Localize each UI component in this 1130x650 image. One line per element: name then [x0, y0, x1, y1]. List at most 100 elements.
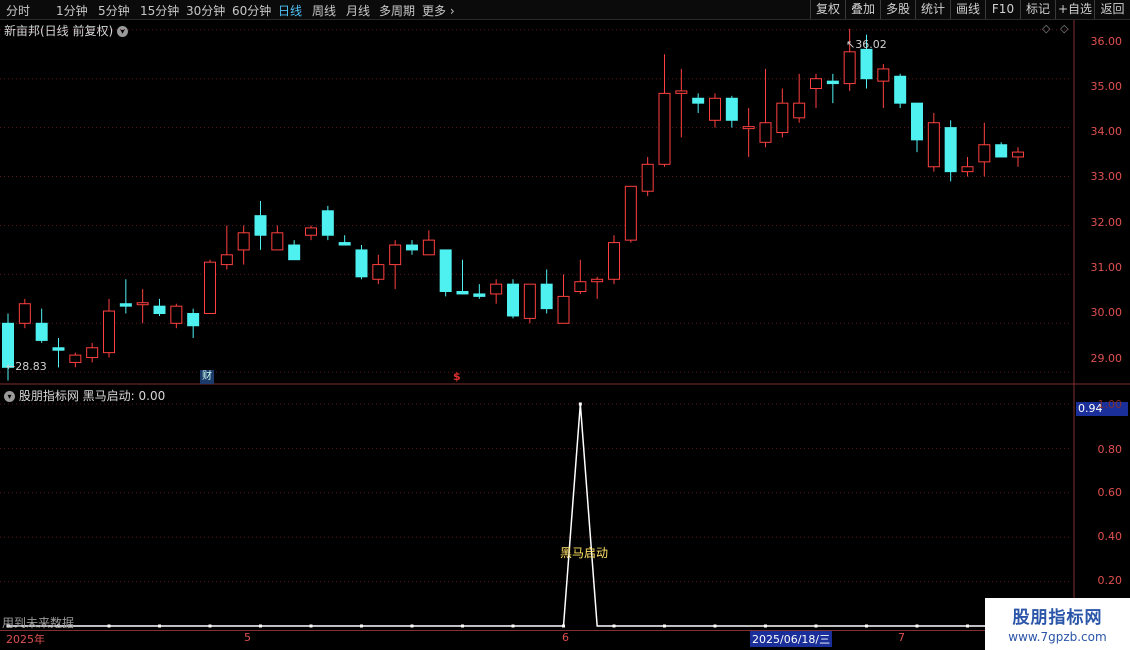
indicator-point [663, 624, 666, 628]
candle-body [355, 249, 368, 278]
overlay-button[interactable]: 叠加 [845, 0, 880, 19]
adjust-button[interactable]: 复权 [810, 0, 845, 19]
time-axis [0, 630, 1072, 647]
period-tab-1min[interactable]: 1分钟 [56, 2, 88, 19]
indicator-tick: 0.40 [1097, 530, 1123, 543]
price-grid [0, 29, 1072, 373]
dropdown-circle-icon[interactable]: ▾ [4, 391, 15, 402]
period-tab-intraday[interactable]: 分时 [6, 2, 30, 19]
candle [944, 120, 957, 182]
candle-body [574, 281, 587, 293]
price-tick: 32.00 [1090, 216, 1123, 229]
watermark-title: 股朋指标网 [1012, 608, 1103, 628]
indicator-point [814, 624, 818, 628]
candle [153, 298, 166, 316]
candle [557, 274, 570, 324]
indicator-line [8, 403, 1018, 627]
candle [961, 156, 974, 177]
candle [742, 108, 755, 157]
candle [305, 225, 317, 241]
candle [86, 342, 99, 363]
candle [759, 68, 772, 148]
candle-body [406, 244, 418, 251]
candle-body [204, 261, 216, 315]
dividend-marker[interactable]: $ [453, 370, 461, 383]
price-tick: 30.00 [1090, 306, 1123, 319]
candle [406, 240, 418, 255]
candle [52, 337, 65, 368]
period-tab-daily[interactable]: 日线 [278, 2, 302, 19]
candle [641, 156, 654, 197]
draw-line-button[interactable]: 画线 [950, 0, 985, 19]
candle [35, 308, 48, 343]
candle [692, 93, 705, 113]
candle-body [944, 127, 957, 173]
period-tab-weekly[interactable]: 周线 [312, 2, 336, 19]
candle-body [961, 166, 974, 173]
indicator-point [107, 624, 111, 628]
price-tick: 35.00 [1090, 80, 1123, 93]
candle [456, 259, 469, 295]
candle-body [271, 232, 284, 251]
back-button[interactable]: 返回 [1094, 0, 1130, 19]
mark-button[interactable]: 标记 [1020, 0, 1055, 19]
candle-body [103, 310, 115, 354]
statistics-button[interactable]: 统计 [915, 0, 950, 19]
candle-body [557, 295, 570, 324]
candle-body [624, 185, 637, 241]
candle-body [305, 227, 317, 236]
indicator-point [511, 624, 515, 628]
candle-body [725, 97, 738, 121]
price-tick: 34.00 [1090, 125, 1123, 138]
candle-body [170, 305, 183, 324]
period-tab-5min[interactable]: 5分钟 [98, 2, 130, 19]
period-tab-30min[interactable]: 30分钟 [186, 2, 225, 19]
indicator-point [360, 624, 363, 628]
candle [978, 122, 991, 177]
candle-body [641, 163, 654, 192]
candle [254, 201, 267, 250]
multi-stock-button[interactable]: 多股 [880, 0, 915, 19]
period-tab-monthly[interactable]: 月线 [346, 2, 370, 19]
chevron-right-icon: › [449, 4, 455, 18]
candle [103, 298, 115, 358]
period-tab-15min[interactable]: 15分钟 [140, 2, 179, 19]
dropdown-circle-icon[interactable]: ▾ [117, 26, 129, 37]
candle-body [843, 51, 856, 85]
finance-marker[interactable]: 财 [200, 370, 214, 384]
candle-body [69, 354, 82, 363]
period-tab-more[interactable]: 更多 › [422, 2, 455, 19]
candle-body [136, 302, 149, 306]
candle [69, 352, 82, 368]
period-tab-multi[interactable]: 多周期 [379, 2, 415, 19]
arrow-icon: ← [6, 360, 16, 373]
candle-body [523, 283, 536, 319]
candle [288, 240, 301, 261]
diamond-icon[interactable]: ◇ [1042, 22, 1050, 35]
candle-body [86, 347, 99, 359]
indicator-grid [0, 403, 1072, 583]
candle-body [826, 80, 839, 85]
candle-body [759, 122, 772, 143]
time-tick: 6 [562, 631, 569, 644]
candle [675, 68, 688, 138]
candle [810, 73, 822, 109]
candle-body [187, 313, 200, 327]
period-tab-60min[interactable]: 60分钟 [232, 2, 271, 19]
candle [877, 64, 890, 109]
f10-button[interactable]: F10 [985, 0, 1020, 19]
candle-body [119, 303, 132, 307]
indicator-point [713, 624, 717, 628]
candle [894, 73, 907, 109]
diamond-icon-2[interactable]: ◇ [1060, 22, 1068, 35]
candle-body [288, 244, 301, 261]
arrow-icon: ↖ [846, 38, 856, 51]
future-data-warning: 用到未来数据 [2, 616, 75, 630]
candle [389, 240, 402, 290]
indicator-tick: 1.00 [1097, 398, 1123, 411]
candle [793, 73, 806, 123]
add-watchlist-button[interactable]: +自选 [1055, 0, 1094, 19]
candlestick-series [2, 28, 1024, 381]
candle [136, 289, 149, 324]
time-tick: 5 [244, 631, 251, 644]
